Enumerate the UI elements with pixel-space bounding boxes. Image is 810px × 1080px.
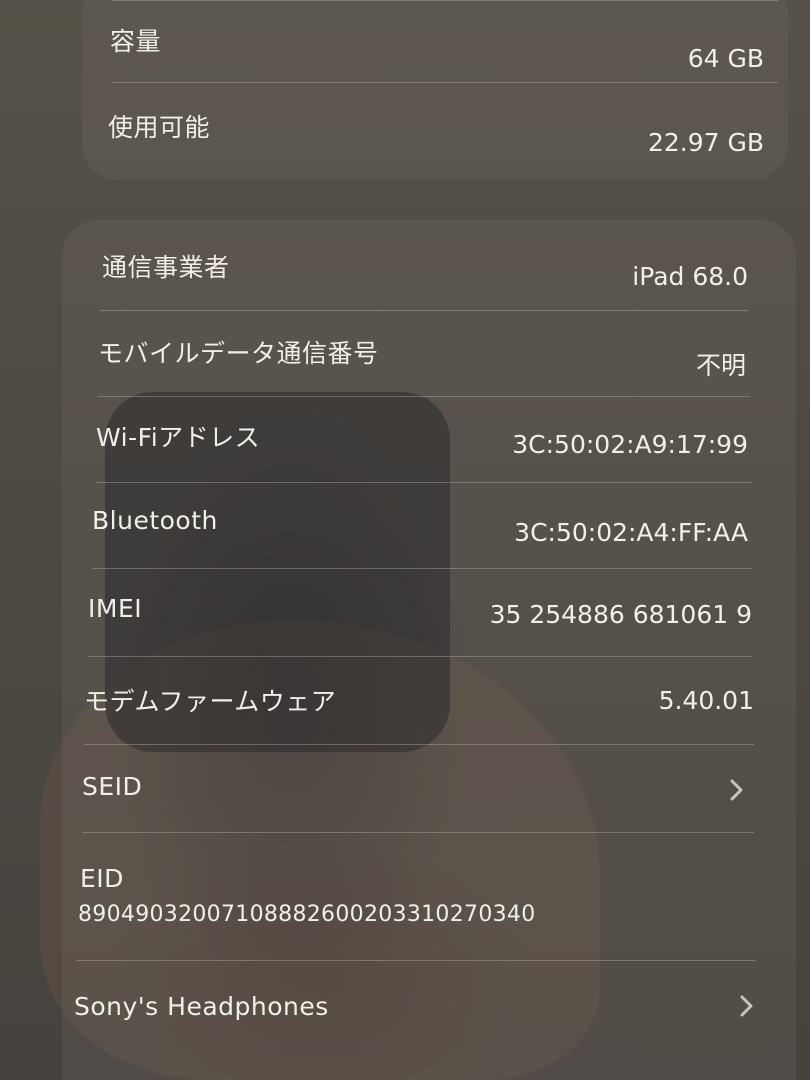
imei-label: IMEI <box>88 594 143 623</box>
capacity-value: 64 GB <box>687 44 764 73</box>
separator <box>92 568 752 569</box>
modem-value: 5.40.01 <box>658 686 754 715</box>
headphones-row[interactable]: Sony's Headphones <box>62 992 796 1032</box>
seid-label: SEID <box>82 772 143 801</box>
modem-label: モデムファームウェア <box>84 687 337 716</box>
available-label: 使用可能 <box>108 113 211 142</box>
capacity-label: 容量 <box>110 27 162 56</box>
bluetooth-value: 3C:50:02:A4:FF:AA <box>514 518 748 547</box>
storage-group: 容量 64 GB 使用可能 22.97 GB <box>82 0 788 180</box>
seid-row[interactable]: SEID <box>62 772 796 812</box>
separator <box>96 482 752 483</box>
mobile-number-label: モバイルデータ通信番号 <box>98 339 379 368</box>
eid-value: 89049032007108882600203310270340 <box>78 902 536 927</box>
imei-value: 35 254886 681061 9 <box>489 600 752 629</box>
wifi-value: 3C:50:02:A9:17:99 <box>512 430 748 459</box>
available-value: 22.97 GB <box>647 128 764 157</box>
wifi-label: Wi-Fiアドレス <box>96 423 261 452</box>
separator <box>100 310 748 311</box>
separator <box>112 82 778 83</box>
separator <box>84 744 754 745</box>
separator <box>76 960 756 961</box>
network-group: 通信事業者 iPad 68.0 モバイルデータ通信番号 不明 Wi-Fiアドレス… <box>62 220 796 1080</box>
separator <box>88 656 752 657</box>
carrier-label: 通信事業者 <box>102 253 230 282</box>
separator <box>112 0 778 1</box>
bluetooth-label: Bluetooth <box>92 506 218 535</box>
mobile-number-value: 不明 <box>695 351 746 380</box>
about-screen: 容量 64 GB 使用可能 22.97 GB 通信事業者 iPad 68.0 モ… <box>0 0 810 1080</box>
separator <box>98 396 750 397</box>
chevron-right-icon <box>730 779 743 801</box>
headphones-label: Sony's Headphones <box>74 992 329 1021</box>
chevron-right-icon <box>740 995 753 1017</box>
separator <box>82 832 754 833</box>
carrier-value: iPad 68.0 <box>632 262 748 291</box>
eid-label: EID <box>80 864 124 893</box>
